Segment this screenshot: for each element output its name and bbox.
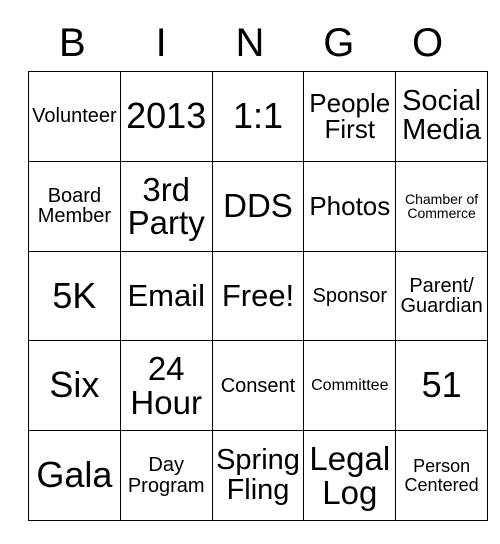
bingo-cell-label: 5K [52, 274, 97, 316]
bingo-cell-label: 2013 [126, 95, 207, 137]
bingo-cell-g2[interactable]: Photos [303, 160, 397, 252]
bingo-header: B I N G O [28, 14, 472, 71]
bingo-cell-i1[interactable]: 2013 [119, 71, 213, 162]
bingo-cell-g4[interactable]: Committee [303, 340, 397, 432]
bingo-row: Volunteer 2013 1:1 People First Social M… [28, 71, 488, 162]
bingo-cell-label: Six [49, 364, 100, 406]
bingo-cell-b2[interactable]: Board Member [28, 160, 121, 252]
bingo-cell-label: Parent/ Guardian [400, 274, 483, 317]
bingo-cell-o1[interactable]: Social Media [395, 71, 488, 162]
bingo-cell-label: DDS [223, 187, 293, 225]
bingo-cell-o5[interactable]: Person Centered [395, 430, 488, 521]
bingo-cell-label: People First [309, 87, 391, 145]
bingo-cell-i5[interactable]: Day Program [119, 430, 213, 521]
bingo-cell-label: Volunteer [32, 105, 117, 128]
bingo-cell-i3[interactable]: Email [119, 250, 213, 342]
bingo-cell-label: Consent [220, 374, 296, 397]
bingo-cell-label: Free! [221, 278, 295, 314]
bingo-cell-label: 1:1 [232, 95, 284, 137]
bingo-cell-n3-free[interactable]: Free! [211, 250, 305, 342]
bingo-row: 5K Email Free! Sponsor Parent/ Guardian [28, 250, 488, 342]
bingo-cell-label: 51 [421, 364, 462, 406]
bingo-cell-n1[interactable]: 1:1 [211, 71, 305, 162]
bingo-grid: Volunteer 2013 1:1 People First Social M… [28, 71, 488, 521]
bingo-cell-label: Chamber of Commerce [405, 190, 479, 222]
bingo-cell-label: Spring Fling [216, 444, 300, 506]
bingo-cell-g5[interactable]: Legal Log [303, 430, 397, 521]
bingo-cell-o3[interactable]: Parent/ Guardian [395, 250, 488, 342]
bingo-header-letter-o: O [412, 20, 444, 65]
bingo-header-letter-n: N [235, 20, 265, 65]
bingo-cell-i2[interactable]: 3rd Party [119, 160, 213, 252]
bingo-cell-label: Board Member [37, 184, 112, 228]
bingo-cell-b4[interactable]: Six [28, 340, 121, 432]
bingo-cell-o2[interactable]: Chamber of Commerce [395, 160, 488, 252]
bingo-cell-i4[interactable]: 24 Hour [119, 340, 213, 432]
bingo-cell-label: Person Centered [404, 456, 479, 495]
bingo-cell-label: 3rd Party [127, 170, 205, 242]
bingo-row: Gala Day Program Spring Fling Legal Log … [28, 430, 488, 521]
bingo-card: B I N G O Volunteer 2013 1:1 People Firs… [0, 0, 500, 544]
bingo-row: Six 24 Hour Consent Committee 51 [28, 340, 488, 432]
bingo-cell-g1[interactable]: People First [303, 71, 397, 162]
bingo-header-letter-g: G [323, 20, 355, 65]
bingo-cell-label: Committee [311, 376, 389, 394]
bingo-cell-o4[interactable]: 51 [395, 340, 488, 432]
bingo-cell-label: Photos [309, 190, 391, 221]
bingo-row: Board Member 3rd Party DDS Photos Chambe… [28, 160, 488, 252]
bingo-cell-label: 24 Hour [130, 350, 202, 421]
bingo-cell-label: Sponsor [312, 284, 388, 307]
bingo-cell-n5[interactable]: Spring Fling [211, 430, 305, 521]
bingo-cell-b1[interactable]: Volunteer [28, 71, 121, 162]
bingo-cell-label: Day Program [127, 454, 205, 497]
bingo-cell-label: Gala [36, 454, 113, 496]
bingo-cell-label: Email [127, 278, 205, 314]
bingo-cell-label: Legal Log [309, 439, 391, 511]
bingo-cell-b3[interactable]: 5K [28, 250, 121, 342]
bingo-header-letter-i: I [155, 20, 167, 65]
bingo-cell-label: Social Media [402, 84, 482, 147]
bingo-cell-g3[interactable]: Sponsor [303, 250, 397, 342]
bingo-cell-n4[interactable]: Consent [211, 340, 305, 432]
bingo-cell-b5[interactable]: Gala [28, 430, 121, 521]
bingo-header-letter-b: B [59, 20, 86, 65]
bingo-cell-n2[interactable]: DDS [211, 160, 305, 252]
